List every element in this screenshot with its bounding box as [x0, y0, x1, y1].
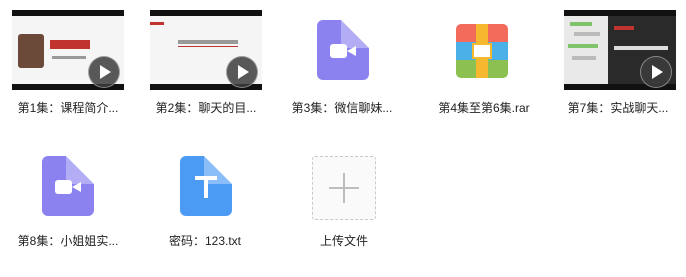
file-name[interactable]: 第2集：聊天的目...: [146, 101, 266, 115]
play-icon[interactable]: [640, 56, 672, 88]
file-name[interactable]: 第1集：课程简介...: [8, 101, 128, 115]
play-icon[interactable]: [226, 56, 258, 88]
file-name[interactable]: 第7集：实战聊天...: [558, 101, 678, 115]
video-file-icon[interactable]: [42, 156, 94, 216]
file-name[interactable]: 第4集至第6集.rar: [424, 101, 544, 115]
archive-file-icon[interactable]: [456, 24, 508, 78]
video-thumbnail[interactable]: [564, 10, 676, 90]
upload-button[interactable]: [312, 156, 376, 220]
video-thumbnail[interactable]: [150, 10, 262, 90]
file-name[interactable]: 第8集：小姐姐实...: [8, 234, 128, 248]
play-icon[interactable]: [88, 56, 120, 88]
video-file-icon[interactable]: [317, 20, 369, 80]
text-file-icon[interactable]: [180, 156, 232, 216]
file-name[interactable]: 第3集：微信聊妹...: [282, 101, 402, 115]
upload-label[interactable]: 上传文件: [284, 234, 404, 248]
video-thumbnail[interactable]: [12, 10, 124, 90]
file-name[interactable]: 密码：123.txt: [145, 234, 265, 248]
